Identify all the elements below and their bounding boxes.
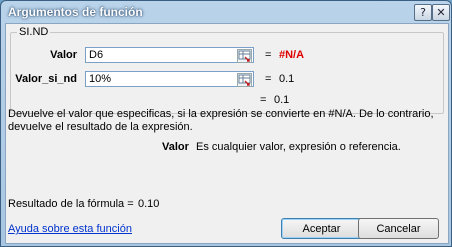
- dialog-body: SI.ND Valor D6 = #N/A Valor_si_nd 10% = …: [5, 23, 449, 244]
- ok-button[interactable]: Aceptar: [281, 218, 362, 239]
- cancel-button[interactable]: Cancelar: [358, 218, 439, 239]
- collapse-dialog-icon[interactable]: [237, 49, 252, 63]
- valor-si-nd-input-value: 10%: [89, 73, 112, 85]
- valor-input[interactable]: D6: [85, 47, 254, 63]
- valor-si-nd-result: 0.1: [279, 73, 295, 85]
- formula-result-value: 0.10: [138, 198, 160, 210]
- function-description-line-1: Devuelve el valor que especificas, si la…: [8, 108, 434, 120]
- valor-input-value: D6: [89, 49, 104, 61]
- help-button[interactable]: ?: [414, 4, 432, 21]
- close-button[interactable]: ✕: [432, 4, 450, 21]
- formula-result-label: Resultado de la fórmula =: [8, 198, 134, 210]
- function-arguments-dialog: Argumentos de función ? ✕ SI.ND Valor D6: [0, 0, 452, 247]
- arg-label-valor: Valor: [50, 49, 77, 61]
- equals-sign: =: [265, 49, 272, 61]
- arg-label-valor-si-nd: Valor_si_nd: [15, 73, 77, 85]
- equals-sign: =: [260, 94, 267, 106]
- function-description-line-2: devuelve el resultado de la expresión.: [8, 121, 193, 133]
- valor-si-nd-input[interactable]: 10%: [85, 71, 254, 87]
- valor-result: #N/A: [279, 49, 305, 61]
- arguments-group: SI.ND Valor D6 = #N/A Valor_si_nd 10% = …: [10, 26, 444, 114]
- collapse-dialog-icon[interactable]: [237, 73, 252, 87]
- title-bar[interactable]: Argumentos de función ? ✕: [1, 1, 451, 23]
- equals-sign: =: [265, 73, 272, 85]
- arg-help-name: Valor: [162, 141, 189, 153]
- arg-help-text: Es cualquier valor, expresión o referenc…: [196, 141, 401, 153]
- dialog-title: Argumentos de función: [8, 5, 143, 19]
- function-name-legend: SI.ND: [17, 26, 51, 38]
- function-result-value: 0.1: [274, 94, 290, 106]
- help-on-function-link[interactable]: Ayuda sobre esta función: [8, 223, 132, 235]
